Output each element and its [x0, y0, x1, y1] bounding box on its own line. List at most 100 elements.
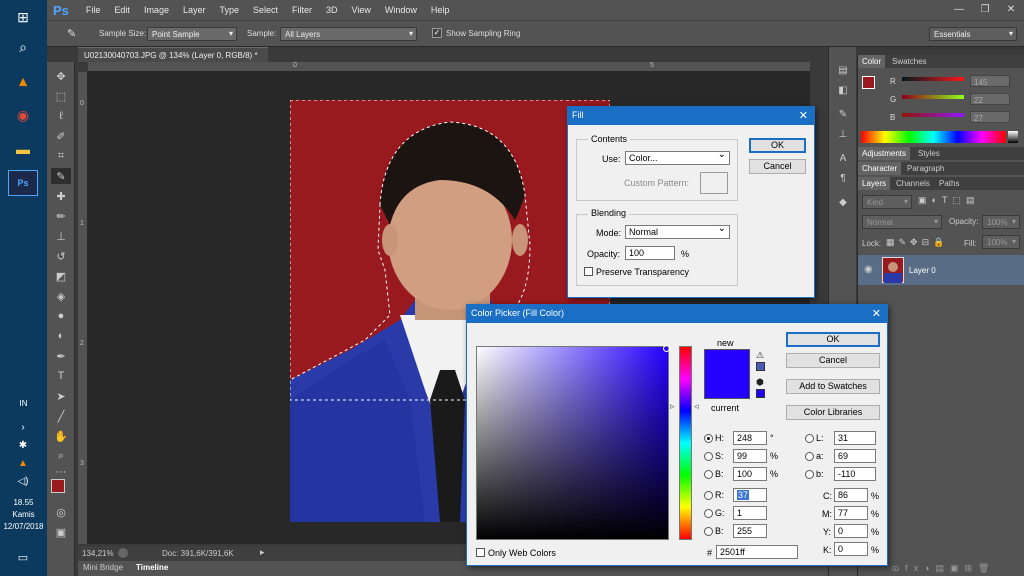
dodge-tool-icon[interactable]: ◐ [51, 328, 71, 344]
layer-opacity-field[interactable]: 100% [982, 215, 1020, 229]
g-field[interactable]: 1 [733, 506, 767, 520]
brush-tool-icon[interactable]: ✏ [51, 208, 71, 224]
status-share-icon[interactable] [118, 548, 128, 558]
blur-tool-icon[interactable]: ● [51, 308, 71, 324]
healing-tool-icon[interactable]: ✚ [51, 188, 71, 204]
eraser-tool-icon[interactable]: ◩ [51, 268, 71, 284]
menu-view[interactable]: View [345, 5, 378, 15]
menu-type[interactable]: Type [212, 5, 246, 15]
marquee-tool-icon[interactable]: ⬚ [51, 88, 71, 104]
menu-file[interactable]: File [79, 5, 108, 15]
workspace-select[interactable]: Essentials [929, 27, 1017, 41]
slider-g-track[interactable] [902, 95, 964, 99]
radio-s[interactable] [704, 452, 713, 461]
s-field[interactable]: 99 [733, 449, 767, 463]
menu-help[interactable]: Help [424, 5, 457, 15]
layer-fill-field[interactable]: 100% [982, 235, 1020, 249]
close-icon[interactable]: ✕ [998, 0, 1024, 18]
hue-slider-right-handle-icon[interactable]: ◃ [694, 401, 699, 412]
document-tab[interactable]: U02130040703.JPG @ 134% (Layer 0, RGB/8)… [78, 47, 268, 62]
minimize-icon[interactable]: — [946, 0, 972, 18]
lock-icons[interactable]: ▦✎✥⊟🔒 [886, 237, 948, 248]
radio-a[interactable] [805, 452, 814, 461]
tab-channels[interactable]: Channels [892, 177, 934, 190]
layer-name[interactable]: Layer 0 [909, 266, 936, 275]
web-safe-swatch[interactable] [756, 389, 765, 398]
opacity-field[interactable]: 100 [625, 246, 675, 260]
b-field[interactable]: 100 [733, 467, 767, 481]
grayscale-ramp[interactable] [1008, 131, 1018, 143]
radio-g[interactable] [704, 509, 713, 518]
vlc-icon[interactable]: ▲ [8, 68, 38, 94]
slider-r-track[interactable] [902, 77, 964, 81]
layer-blend-mode[interactable]: Normal [862, 215, 942, 229]
tab-color[interactable]: Color [858, 55, 886, 68]
volume-icon[interactable]: ◁) [8, 468, 38, 494]
3d-panel-icon[interactable]: ◆ [835, 197, 851, 211]
a-field[interactable]: 69 [834, 449, 876, 463]
menu-layer[interactable]: Layer [176, 5, 213, 15]
current-color-swatch[interactable] [704, 374, 750, 399]
layer-filter-icons[interactable]: ▣◐T⬚▤ [918, 195, 979, 206]
clone-panel-icon[interactable]: ⊥ [835, 129, 851, 143]
radio-h[interactable] [704, 434, 713, 443]
pen-tool-icon[interactable]: ✒ [51, 348, 71, 364]
preserve-transparency-checkbox[interactable] [584, 267, 593, 276]
menu-window[interactable]: Window [378, 5, 424, 15]
slider-b-track[interactable] [902, 113, 964, 117]
properties-panel-icon[interactable]: ◧ [835, 85, 851, 99]
c-field[interactable]: 86 [834, 488, 868, 502]
layer-row[interactable]: ◉ Layer 0 [858, 255, 1024, 285]
maximize-icon[interactable]: ❐ [972, 0, 998, 18]
h-field[interactable]: 248 [733, 431, 767, 445]
quick-mask-icon[interactable]: ◎ [51, 504, 71, 520]
windows-start-icon[interactable]: ⊞ [8, 4, 38, 30]
sample-select[interactable]: All Layers [280, 27, 417, 41]
radio-l[interactable] [805, 434, 814, 443]
language-indicator[interactable]: IN [0, 398, 47, 409]
photoshop-taskbar-icon[interactable]: Ps [8, 170, 38, 196]
y-field[interactable]: 0 [834, 524, 868, 538]
file-explorer-icon[interactable]: ▬ [8, 136, 38, 162]
move-tool-icon[interactable]: ✥ [51, 68, 71, 84]
radio-blue[interactable] [704, 527, 713, 536]
layer-filter-kind[interactable]: Kind [862, 195, 912, 209]
tab-layers[interactable]: Layers [858, 177, 891, 190]
color-spectrum-bar[interactable] [861, 131, 1006, 143]
tab-character[interactable]: Character [858, 162, 902, 175]
slider-r-value[interactable]: 145 [970, 75, 1010, 87]
radio-lab-b[interactable] [805, 470, 814, 479]
more-tools-icon[interactable]: ··· [51, 464, 71, 480]
k-field[interactable]: 0 [834, 542, 868, 556]
tab-styles[interactable]: Styles [914, 147, 944, 160]
layer-footer-icons[interactable]: ɷfx◑▤▣⊞🗑 [892, 563, 995, 574]
slider-b-value[interactable]: 27 [970, 111, 1010, 123]
chrome-icon[interactable]: ◉ [8, 102, 38, 128]
panel-foreground-swatch[interactable] [862, 76, 875, 89]
blue-field[interactable]: 255 [733, 524, 767, 538]
menu-filter[interactable]: Filter [285, 5, 319, 15]
gamut-swatch[interactable] [756, 362, 765, 371]
tab-timeline[interactable]: Timeline [136, 563, 168, 572]
mode-select[interactable]: Normal [625, 223, 730, 239]
fill-ok-button[interactable]: OK [749, 138, 806, 153]
color-field-cursor[interactable] [663, 345, 670, 352]
stamp-tool-icon[interactable]: ⊥ [51, 228, 71, 244]
menu-image[interactable]: Image [137, 5, 176, 15]
paragraph-panel-icon[interactable]: ¶ [835, 173, 851, 187]
lasso-tool-icon[interactable]: ℓ [51, 108, 71, 124]
layer-visibility-eye-icon[interactable]: ◉ [864, 264, 873, 275]
tab-swatches[interactable]: Swatches [888, 55, 931, 68]
menu-edit[interactable]: Edit [107, 5, 137, 15]
lab-b-field[interactable]: -110 [834, 467, 876, 481]
bucket-tool-icon[interactable]: ◈ [51, 288, 71, 304]
color-picker-close-icon[interactable]: ✕ [872, 307, 881, 320]
color-libraries-button[interactable]: Color Libraries [786, 405, 880, 420]
web-safe-cube-icon[interactable]: ⬢ [756, 377, 764, 388]
use-select[interactable]: Color... [625, 149, 730, 165]
picker-cancel-button[interactable]: Cancel [786, 353, 880, 368]
radio-r[interactable] [704, 491, 713, 500]
path-select-icon[interactable]: ➤ [51, 388, 71, 404]
eyedropper-tool-icon[interactable]: ✎ [51, 168, 71, 184]
sample-size-select[interactable]: Point Sample [147, 27, 237, 41]
